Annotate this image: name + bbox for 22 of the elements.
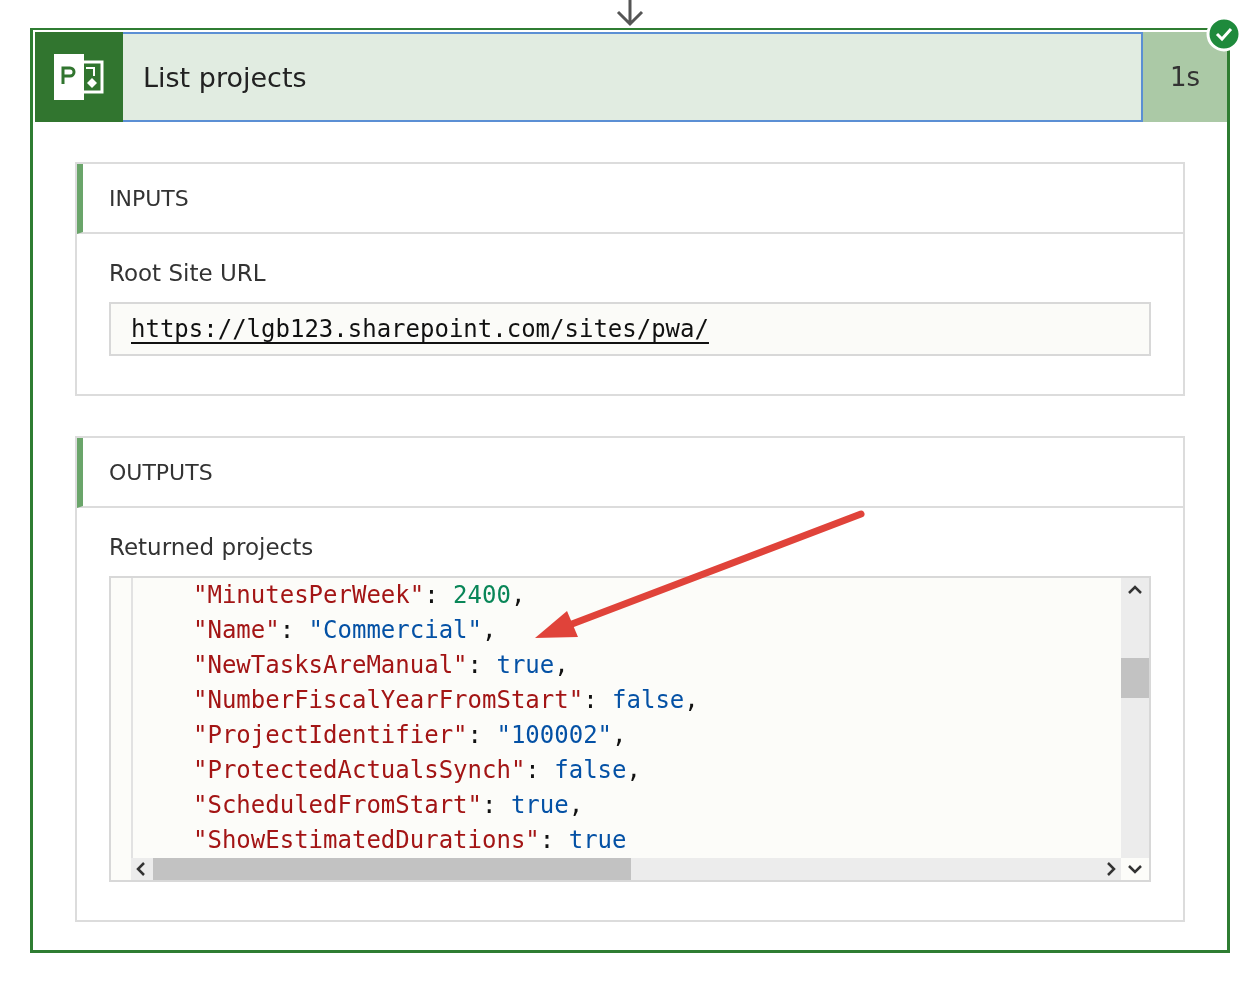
code-line: "ShowEstimatedDurations": true xyxy=(193,825,628,856)
code-line: "MinutesPerWeek": 2400, xyxy=(193,580,527,611)
code-line: "ProtectedActualsSynch": false, xyxy=(193,755,642,786)
code-line: "NumberFiscalYearFromStart": false, xyxy=(193,685,700,716)
duration: 1s xyxy=(1143,32,1227,122)
code-line: "NewTasksAreManual": true, xyxy=(193,650,570,681)
field-label: Root Site URL xyxy=(109,260,267,286)
code-line: "ScheduledFromStart": true, xyxy=(193,790,585,821)
section-heading: INPUTS xyxy=(109,185,189,211)
vertical-scrollbar[interactable] xyxy=(1121,578,1149,858)
section-heading: OUTPUTS xyxy=(109,459,213,485)
project-app-icon xyxy=(35,32,123,122)
horizontal-scrollbar[interactable] xyxy=(131,858,1121,880)
scrollbar-thumb[interactable] xyxy=(1121,658,1149,698)
field-label: Returned projects xyxy=(109,534,315,560)
code-line: "Name": "Commercial", xyxy=(193,615,498,646)
code-line: "ProjectIdentifier": "100002", xyxy=(193,720,628,751)
code-viewer[interactable] xyxy=(109,576,1151,882)
action-title: List projects xyxy=(143,61,307,93)
url-field[interactable]: https://lgb123.sharepoint.com/sites/pwa/ xyxy=(109,302,1151,356)
scrollbar-thumb[interactable] xyxy=(153,858,631,880)
action-header[interactable]: List projects xyxy=(123,32,1143,122)
